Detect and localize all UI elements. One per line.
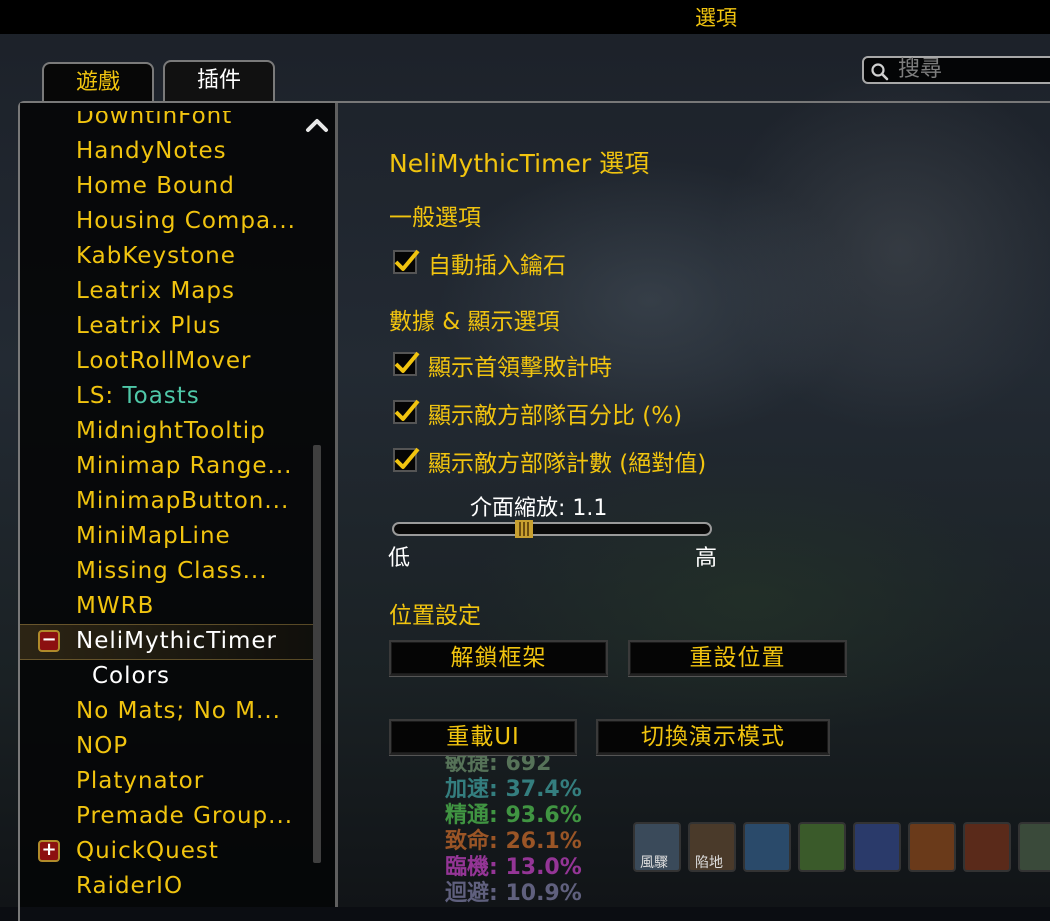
reload-ui-button[interactable]: 重載UI [389,719,577,755]
tab-game[interactable]: 遊戲 [42,62,154,102]
list-item[interactable]: Missing Class... [76,554,268,588]
list-item-label: QuickQuest [76,838,219,864]
checkbox-auto-insert-keystone[interactable] [391,246,421,276]
list-item-label: MWRB [76,593,155,619]
toggle-demo-mode-button[interactable]: 切換演示模式 [596,719,830,755]
list-item[interactable]: KabKeystone [76,239,236,273]
list-item-label: MidnightTooltip [76,418,266,444]
section-data-display: 數據 & 顯示選項 [389,309,560,335]
list-item[interactable]: Platynator [76,764,204,798]
list-item-child[interactable]: Colors [92,659,170,693]
label-show-enemy-percent: 顯示敵方部隊百分比 (%) [428,403,683,429]
label-show-enemy-count: 顯示敵方部隊計數 (絕對值) [428,451,707,477]
list-item[interactable]: RaiderIO [76,869,183,903]
checkbox-show-enemy-count[interactable] [391,444,421,474]
search-input[interactable]: 搜尋 [862,56,1050,84]
scale-slider-max-label: 高 [695,546,718,571]
collapse-icon[interactable]: − [38,630,60,652]
list-item-label: Leatrix Plus [76,313,222,339]
scrollbar[interactable] [313,445,321,863]
list-item[interactable]: MidnightTooltip [76,414,266,448]
reset-position-button[interactable]: 重設位置 [628,640,847,676]
list-item-suffix: Toasts [114,383,200,409]
list-item[interactable]: QuickQuest [76,834,219,868]
list-item[interactable]: Minimap Range... [76,449,292,483]
list-item-label: NOP [76,733,129,759]
label-auto-insert-keystone: 自動插入鑰石 [428,253,566,279]
list-item[interactable]: Leatrix Maps [76,274,235,308]
sidebar-divider [335,103,338,907]
list-item-label: Leatrix Maps [76,278,235,304]
list-item-label: KabKeystone [76,243,236,269]
list-item-label: Premade Group... [76,803,294,829]
list-item[interactable]: NeliMythicTimer [76,624,277,658]
list-item[interactable]: NOP [76,729,128,763]
window-titlebar: 選項 [0,0,1050,34]
list-item-label: Minimap Range... [76,453,293,479]
list-item-label: Housing Compa... [76,208,296,234]
list-item[interactable]: HandyNotes [76,134,227,168]
window-title: 選項 [695,6,737,30]
scale-slider-thumb[interactable] [514,520,533,538]
list-item-label: Home Bound [76,173,235,199]
list-item-label: MiniMapLine [76,523,231,549]
panel-title: NeliMythicTimer 選項 [389,149,650,178]
list-item[interactable]: MWRB [76,589,154,623]
list-item-label: RaiderIO [76,873,184,899]
list-item-label: MinimapButton... [76,488,290,514]
unlock-frame-button[interactable]: 解鎖框架 [389,640,608,676]
search-icon [871,63,889,81]
scale-slider-min-label: 低 [388,546,411,571]
expand-icon[interactable]: + [38,840,60,862]
search-placeholder: 搜尋 [898,57,943,82]
section-general: 一般選項 [389,205,481,231]
list-item-label: LootRollMover [76,348,252,374]
checkbox-show-boss-timers[interactable] [391,348,421,378]
list-item-label: Missing Class... [76,558,268,584]
list-item[interactable]: Premade Group... [76,799,293,833]
scroll-up-arrow-icon[interactable] [303,114,331,136]
list-item[interactable]: MiniMapLine [76,519,231,553]
scale-slider-track[interactable] [392,522,712,536]
list-item-label: NeliMythicTimer [76,628,277,654]
list-item-label: No Mats; No M... [76,698,281,724]
scale-slider-label: 介面縮放: 1.1 [470,496,608,521]
section-position: 位置設定 [389,603,481,629]
checkbox-show-enemy-percent[interactable] [391,396,421,426]
list-item-label: LS: [76,383,115,409]
list-item[interactable]: Home Bound [76,169,235,203]
list-item[interactable]: Leatrix Plus [76,309,221,343]
list-item[interactable]: LootRollMover [76,344,252,378]
list-item-label: HandyNotes [76,138,227,164]
label-show-boss-timers: 顯示首領擊敗計時 [428,355,612,381]
list-item-label: Colors [92,663,171,689]
list-item[interactable]: No Mats; No M... [76,694,281,728]
list-item[interactable]: Housing Compa... [76,204,296,238]
tab-addons[interactable]: 插件 [163,60,275,102]
list-item-label: Platynator [76,768,205,794]
list-item[interactable]: MinimapButton... [76,484,289,518]
list-item[interactable]: LS: Toasts [76,379,200,413]
